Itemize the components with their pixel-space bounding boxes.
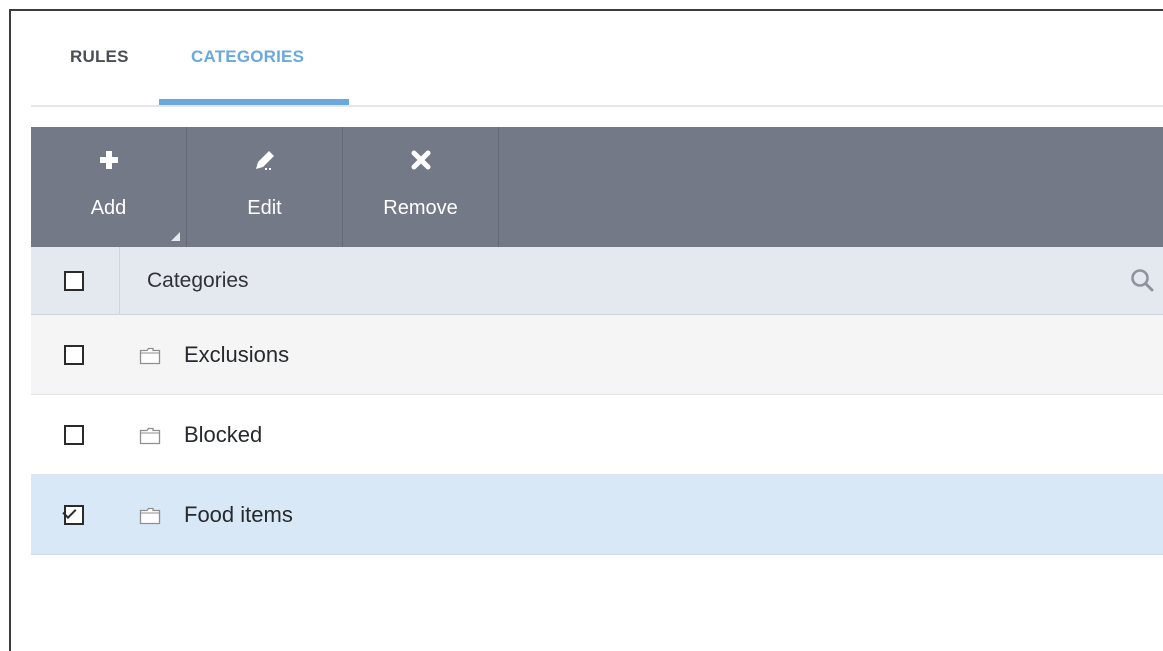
table-header: Categories [31, 247, 1163, 315]
dropdown-indicator-icon [171, 232, 180, 241]
select-all-cell [31, 247, 120, 314]
edit-button[interactable]: Edit [187, 127, 343, 247]
remove-button-label: Remove [383, 197, 458, 219]
select-all-checkbox[interactable] [64, 271, 84, 291]
tab-categories[interactable]: CATEGORIES [191, 47, 304, 67]
row-label: Blocked [184, 422, 263, 447]
add-button[interactable]: Add [31, 127, 187, 247]
search-icon[interactable] [1129, 267, 1155, 293]
pencil-icon [187, 145, 342, 175]
row-label: Exclusions [184, 342, 290, 367]
edit-button-label: Edit [247, 197, 282, 219]
list-item[interactable]: Exclusions [31, 315, 1163, 395]
row-checkbox[interactable] [62, 504, 84, 525]
main-panel: RULES CATEGORIES Add Edit Remove Categor… [9, 9, 1163, 651]
row-checkbox[interactable] [64, 425, 84, 445]
remove-button[interactable]: Remove [343, 127, 499, 247]
folder-icon [139, 347, 161, 365]
category-list: Exclusions Blocked Food items [31, 315, 1163, 555]
active-tab-indicator [159, 99, 349, 105]
list-item[interactable]: Food items [31, 475, 1163, 555]
list-item[interactable]: Blocked [31, 395, 1163, 475]
tab-rules[interactable]: RULES [70, 47, 129, 67]
plus-icon [31, 145, 186, 175]
row-checkbox[interactable] [64, 345, 84, 365]
row-label: Food items [184, 502, 293, 527]
tab-bar: RULES CATEGORIES [31, 11, 1163, 107]
column-header-categories[interactable]: Categories [147, 269, 249, 293]
x-icon [343, 145, 498, 175]
toolbar: Add Edit Remove [31, 127, 1163, 247]
add-button-label: Add [90, 197, 127, 219]
check-icon [62, 504, 77, 519]
folder-icon [139, 427, 161, 445]
folder-icon [139, 507, 161, 525]
